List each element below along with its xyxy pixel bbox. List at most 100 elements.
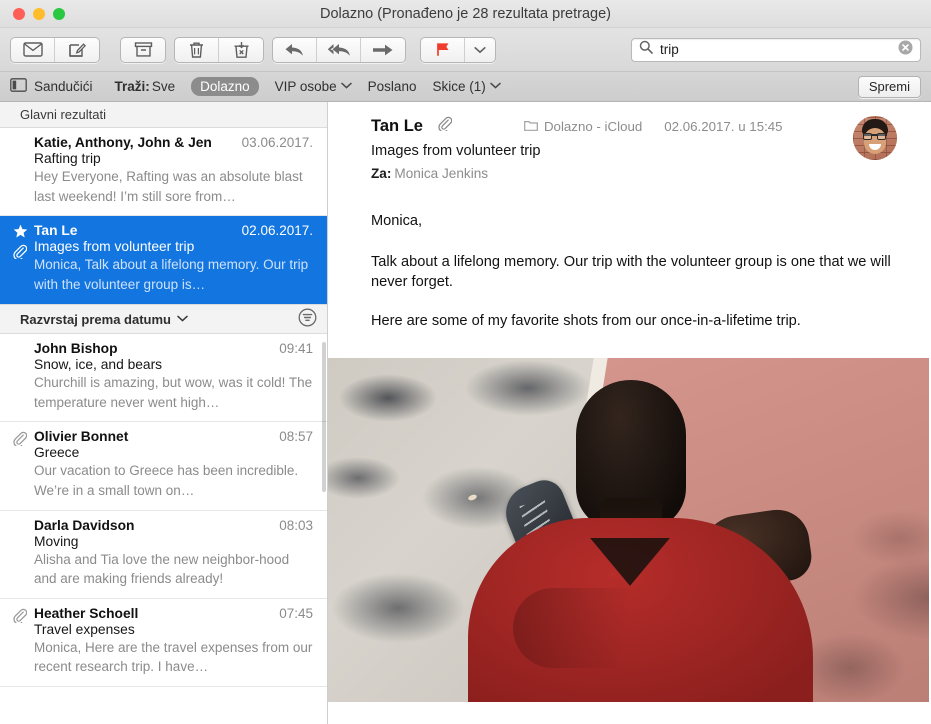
- to-value: Monica Jenkins: [394, 166, 489, 181]
- search-field[interactable]: trip: [631, 37, 921, 62]
- message-preview: Monica, Talk about a lifelong memory. Ou…: [34, 257, 309, 292]
- chevron-down-icon: [474, 46, 486, 54]
- scope-label: Sve: [151, 79, 176, 94]
- list-item[interactable]: John Bishop 09:41 Snow, ice, and bears C…: [0, 334, 327, 423]
- junk-button[interactable]: [219, 38, 263, 62]
- message-date: 08:03: [279, 517, 313, 533]
- message-preview: Churchill is amazing, but wow, was it co…: [34, 375, 313, 410]
- scope-label: Poslano: [367, 79, 417, 94]
- message-subject: Moving: [34, 533, 79, 549]
- delete-button[interactable]: [175, 37, 219, 62]
- body-paragraph: Monica,: [371, 213, 423, 229]
- search-container: trip: [631, 37, 921, 62]
- message-sender: Katie, Anthony, John & Jen: [34, 135, 212, 150]
- message-attachments: [328, 357, 931, 724]
- get-mail-button[interactable]: [11, 37, 55, 62]
- reply-all-button[interactable]: [317, 37, 361, 62]
- message-body: Monica, Talk about a lifelong memory. Ou…: [328, 181, 931, 350]
- scope-label: Skice (1): [432, 79, 486, 94]
- message-from: Tan Le: [371, 116, 423, 135]
- message-date: 09:41: [279, 341, 313, 357]
- paperclip-icon: [12, 608, 28, 628]
- scope-item-poslano[interactable]: Poslano: [368, 79, 417, 94]
- forward-button[interactable]: [361, 38, 405, 62]
- minimize-button[interactable]: [33, 7, 45, 20]
- flag-menu-button[interactable]: [465, 38, 495, 62]
- window-controls: [13, 7, 65, 20]
- toolbar: trip: [0, 28, 931, 72]
- scope-item-skice[interactable]: Skice (1): [432, 79, 501, 94]
- trash-icon: [188, 41, 205, 59]
- mail-actions-group: [10, 36, 100, 63]
- scope-label-active: Dolazno: [191, 77, 259, 96]
- message-sender: Darla Davidson: [34, 517, 135, 533]
- scope-item-vip[interactable]: VIP osobe: [275, 79, 352, 94]
- clear-circle-icon[interactable]: [898, 40, 913, 60]
- archive-button[interactable]: [121, 38, 165, 62]
- title-bar: Dolazno (Pronađeno je 28 rezultata pretr…: [0, 0, 931, 28]
- red-flag-icon: [434, 41, 451, 58]
- scope-item-sve[interactable]: Sve: [152, 79, 175, 94]
- avatar[interactable]: [853, 116, 897, 160]
- message-sender: Olivier Bonnet: [34, 429, 129, 445]
- archive-box-icon: [134, 41, 153, 58]
- filter-icon[interactable]: [298, 308, 317, 330]
- window-title: Dolazno (Pronađeno je 28 rezultata pretr…: [320, 6, 611, 22]
- flag-button[interactable]: [421, 37, 465, 62]
- list-item-selected[interactable]: Tan Le 02.06.2017. Images from volunteer…: [0, 216, 327, 305]
- scope-item-dolazno[interactable]: Dolazno: [191, 77, 259, 96]
- folder-icon: [524, 119, 538, 134]
- body-paragraph: Here are some of my favorite shots from …: [371, 313, 801, 330]
- message-date: 07:45: [279, 605, 313, 621]
- list-item[interactable]: Darla Davidson 08:03 Moving Alisha and T…: [0, 510, 327, 599]
- search-icon: [639, 40, 653, 59]
- list-item[interactable]: Heather Schoell 07:45 Travel expenses Mo…: [0, 598, 327, 687]
- sidebar-panel-icon: [10, 78, 27, 95]
- forward-arrow-icon: [372, 43, 394, 57]
- volunteer-trip-photo[interactable]: [328, 357, 929, 702]
- list-item[interactable]: Katie, Anthony, John & Jen 03.06.2017. R…: [0, 128, 327, 217]
- flag-group: [420, 36, 496, 63]
- top-results-header: Glavni rezultati: [0, 102, 327, 128]
- archive-group: [120, 36, 166, 63]
- mailboxes-label: Sandučići: [34, 79, 93, 94]
- message-preview: Alisha and Tia love the new neighbor-hoo…: [34, 551, 290, 587]
- paperclip-icon: [12, 244, 28, 264]
- paperclip-icon[interactable]: [437, 116, 453, 136]
- sort-label: Razvrstaj prema datumu: [20, 311, 171, 327]
- message-date: 08:57: [279, 429, 313, 445]
- message-subject: Images from volunteer trip: [34, 239, 195, 255]
- mail-window: Dolazno (Pronađeno je 28 rezultata pretr…: [0, 0, 931, 724]
- message-recipients: Za: Monica Jenkins: [328, 166, 931, 181]
- compose-button[interactable]: [55, 38, 99, 62]
- chevron-down-icon: [489, 81, 501, 92]
- mailboxes-toggle[interactable]: Sandučići: [10, 78, 93, 95]
- message-preview: Monica, Here are the travel expenses fro…: [34, 639, 313, 675]
- message-sender: Tan Le: [34, 223, 78, 239]
- message-list-scrollbar[interactable]: [322, 342, 326, 492]
- maximize-button[interactable]: [53, 7, 65, 20]
- message-sender: Heather Schoell: [34, 605, 139, 621]
- message-subject: Snow, ice, and bears: [34, 357, 163, 373]
- search-scope-bar: Sandučići Traži: Sve Dolazno VIP osobe P…: [0, 72, 931, 102]
- message-list[interactable]: Glavni rezultati Katie, Anthony, John & …: [0, 102, 328, 724]
- close-button[interactable]: [13, 7, 25, 20]
- message-header: Tan Le Dolazno - iCloud 02.06.2017. u 15…: [328, 102, 931, 181]
- message-date: 02.06.2017.: [241, 223, 313, 239]
- delete-group: [174, 36, 264, 63]
- reply-button[interactable]: [273, 37, 317, 62]
- message-date: 03.06.2017.: [241, 135, 313, 150]
- message-subject: Rafting trip: [34, 151, 101, 166]
- envelope-icon: [22, 42, 43, 57]
- search-scope-label: Traži:: [114, 79, 150, 94]
- reading-pane: Tan Le Dolazno - iCloud 02.06.2017. u 15…: [328, 102, 931, 724]
- paperclip-icon: [12, 431, 28, 451]
- list-item[interactable]: Olivier Bonnet 08:57 Greece Our vacation…: [0, 422, 327, 511]
- mailbox-label: Dolazno - iCloud: [543, 118, 643, 134]
- sort-bar[interactable]: Razvrstaj prema datumu: [0, 304, 327, 335]
- save-search-button[interactable]: Spremi: [857, 75, 921, 98]
- search-input[interactable]: trip: [660, 42, 898, 57]
- message-subject: Greece: [34, 445, 80, 461]
- junk-mail-icon: [232, 41, 251, 59]
- reply-all-arrow-icon: [327, 42, 351, 58]
